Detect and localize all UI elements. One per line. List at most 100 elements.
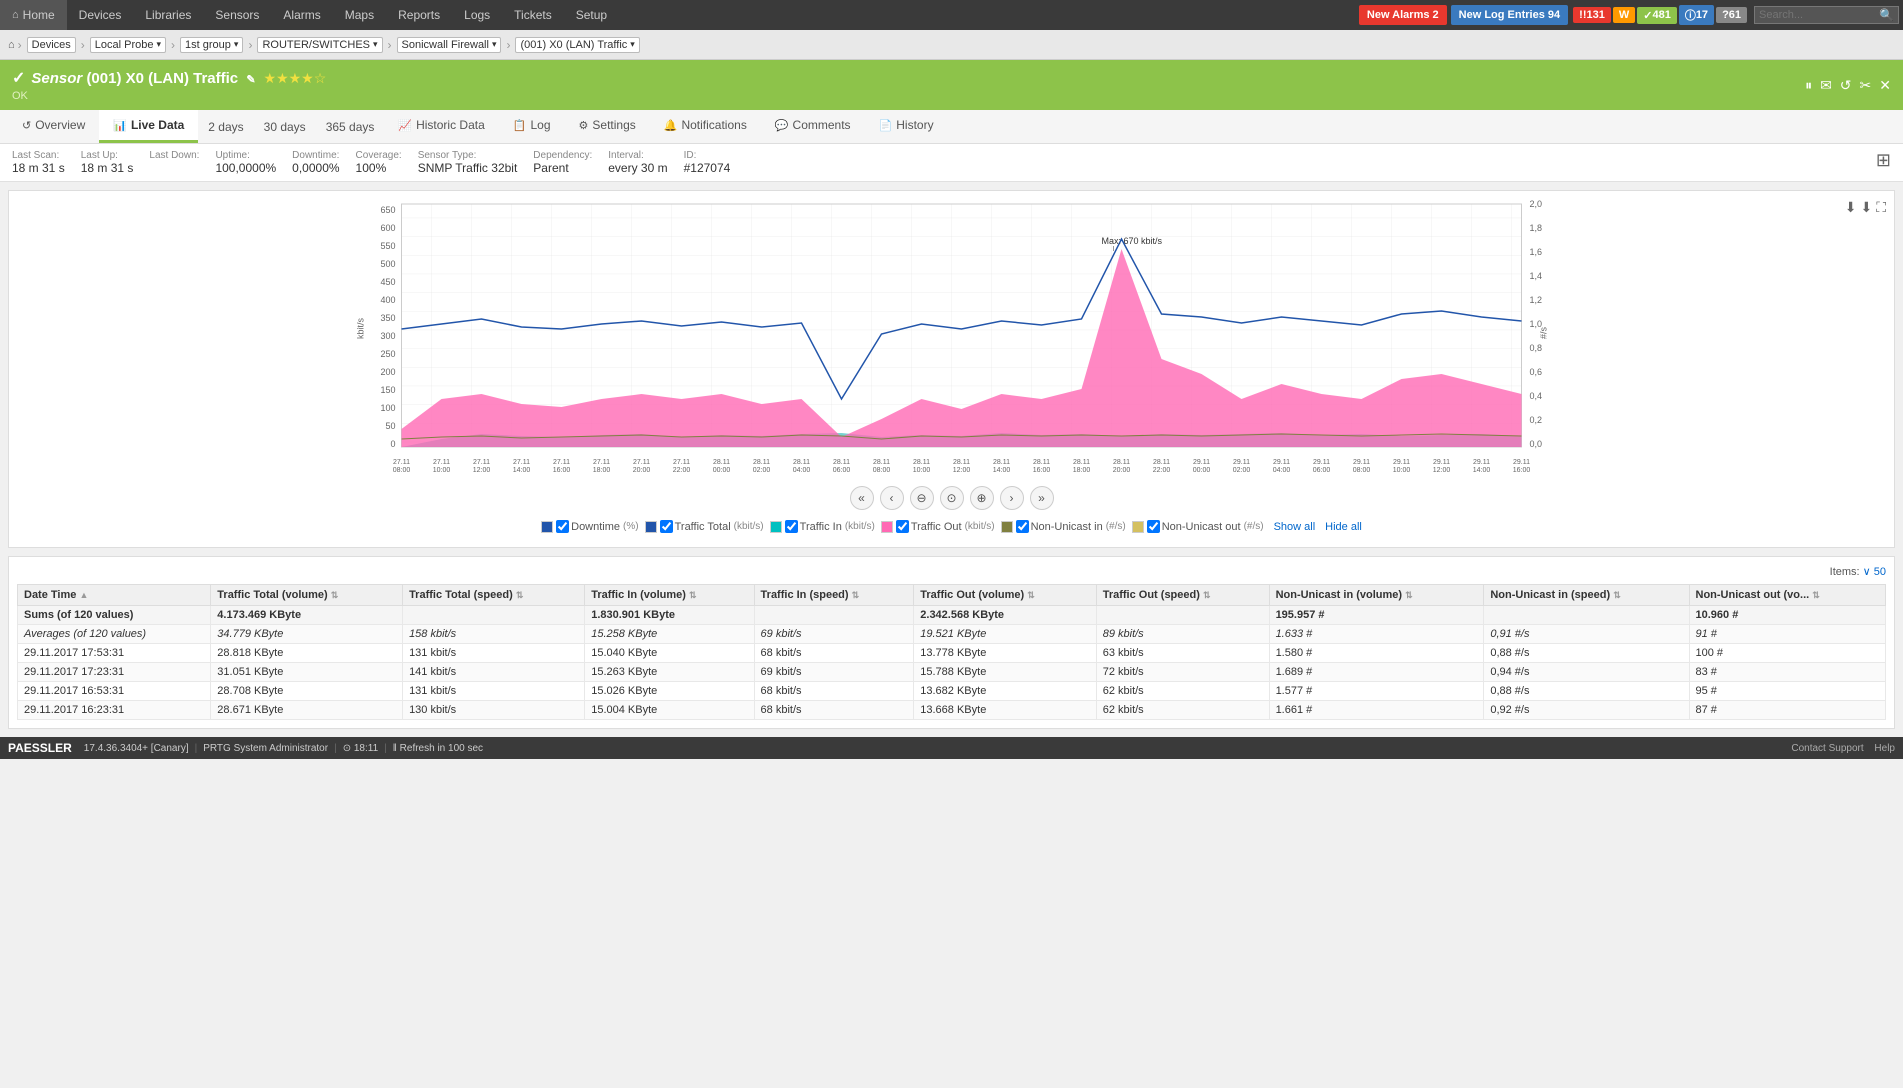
col-tt-spd[interactable]: Traffic Total (speed) ⇅	[403, 585, 585, 606]
legend-downtime[interactable]: Downtime (%)	[541, 520, 638, 533]
col-ti-spd[interactable]: Traffic In (speed) ⇅	[754, 585, 914, 606]
chart-nav-zoom-in[interactable]: ⊕	[970, 486, 994, 510]
sums-label: Sums (of 120 values)	[18, 606, 211, 625]
legend-non-unicast-in[interactable]: Non-Unicast in (#/s)	[1001, 520, 1126, 533]
sort-icon: ⇅	[1027, 590, 1035, 600]
status-sensor-type: Sensor Type: SNMP Traffic 32bit	[418, 150, 518, 175]
sensor-header: ✓ Sensor (001) X0 (LAN) Traffic ✎ ★★★★☆ …	[0, 60, 1903, 110]
badge-unknown[interactable]: ? 61	[1716, 7, 1747, 23]
col-nui-spd[interactable]: Non-Unicast in (speed) ⇅	[1484, 585, 1689, 606]
svg-text:29.11: 29.11	[1393, 459, 1410, 466]
sensor-edit-icon[interactable]: ✎	[246, 74, 255, 86]
non-unicast-in-checkbox[interactable]	[1016, 520, 1029, 533]
downtime-checkbox[interactable]	[556, 520, 569, 533]
tab-log[interactable]: 📋 Log	[499, 110, 565, 143]
footer-help-link[interactable]: Help	[1874, 743, 1895, 754]
col-nuo-vol[interactable]: Non-Unicast out (vo... ⇅	[1689, 585, 1885, 606]
col-to-spd[interactable]: Traffic Out (speed) ⇅	[1096, 585, 1269, 606]
legend-traffic-out[interactable]: Traffic Out (kbit/s)	[881, 520, 995, 533]
sensor-delete-icon[interactable]: ✕	[1879, 77, 1891, 94]
svg-text:27.11: 27.11	[513, 459, 530, 466]
svg-text:04:00: 04:00	[1273, 467, 1291, 474]
svg-text:04:00: 04:00	[793, 467, 811, 474]
badge-warning[interactable]: W	[1613, 7, 1635, 23]
breadcrumb-localprobe[interactable]: Local Probe ▾	[90, 37, 166, 53]
traffic-out-checkbox[interactable]	[896, 520, 909, 533]
chart-navigation: « ‹ ⊖ ⊙ ⊕ › »	[17, 486, 1886, 510]
col-ti-vol[interactable]: Traffic In (volume) ⇅	[585, 585, 754, 606]
breadcrumb-router[interactable]: ROUTER/SWITCHES ▾	[257, 37, 382, 53]
legend-traffic-in[interactable]: Traffic In (kbit/s)	[770, 520, 875, 533]
tab-settings[interactable]: ⚙ Settings	[565, 110, 650, 143]
nav-setup[interactable]: Setup	[564, 0, 619, 30]
sensor-clone-icon[interactable]: ✂	[1860, 77, 1872, 94]
nav-reports[interactable]: Reports	[386, 0, 452, 30]
new-log-entries-button[interactable]: New Log Entries 94	[1451, 5, 1569, 25]
nav-sensors[interactable]: Sensors	[203, 0, 271, 30]
tab-overview[interactable]: ↺ Overview	[8, 110, 99, 143]
nav-libraries[interactable]: Libraries	[133, 0, 203, 30]
tab-live-data[interactable]: 📊 Live Data	[99, 110, 198, 143]
show-all-link[interactable]: Show all	[1274, 521, 1316, 533]
chart-nav-first[interactable]: «	[850, 486, 874, 510]
badge-info[interactable]: ⓘ 17	[1679, 5, 1714, 25]
search-input[interactable]	[1759, 9, 1879, 21]
search-box[interactable]: 🔍	[1754, 6, 1899, 24]
footer-contact-link[interactable]: Contact Support	[1791, 743, 1863, 754]
breadcrumb-devices[interactable]: Devices	[27, 37, 76, 53]
tab-365days[interactable]: 365 days	[316, 112, 385, 142]
svg-text:400: 400	[380, 295, 395, 305]
traffic-out-color-swatch	[881, 521, 893, 533]
avg-nui-vol: 1.633 #	[1269, 625, 1484, 644]
items-dropdown[interactable]: ∨ 50	[1863, 565, 1886, 578]
svg-text:500: 500	[380, 259, 395, 269]
svg-text:1,8: 1,8	[1530, 223, 1543, 233]
traffic-total-checkbox[interactable]	[660, 520, 673, 533]
tab-2days[interactable]: 2 days	[198, 112, 253, 142]
breadcrumb-sensor[interactable]: (001) X0 (LAN) Traffic ▾	[515, 37, 639, 53]
breadcrumb-home[interactable]: ⌂	[8, 39, 15, 51]
nav-maps[interactable]: Maps	[333, 0, 386, 30]
nav-alarms[interactable]: Alarms	[271, 0, 332, 30]
tab-history[interactable]: 📄 History	[865, 110, 948, 143]
col-to-vol[interactable]: Traffic Out (volume) ⇅	[914, 585, 1096, 606]
badge-critical[interactable]: !! 131	[1573, 7, 1611, 23]
sums-tt-spd	[403, 606, 585, 625]
new-alarms-button[interactable]: New Alarms 2	[1359, 5, 1447, 25]
sensor-refresh-icon[interactable]: ↺	[1840, 77, 1852, 94]
nav-logs[interactable]: Logs	[452, 0, 502, 30]
sensor-pause-icon[interactable]: ⏸	[1805, 77, 1812, 94]
qr-icon[interactable]: ⊞	[1876, 150, 1891, 175]
chart-nav-next[interactable]: ›	[1000, 486, 1024, 510]
breadcrumb-sonicwall[interactable]: Sonicwall Firewall ▾	[397, 37, 502, 53]
svg-text:08:00: 08:00	[873, 467, 891, 474]
tab-30days[interactable]: 30 days	[254, 112, 316, 142]
traffic-in-checkbox[interactable]	[785, 520, 798, 533]
chart-nav-prev[interactable]: ‹	[880, 486, 904, 510]
row1-nui-vol: 1.580 #	[1269, 644, 1484, 663]
hide-all-link[interactable]: Hide all	[1325, 521, 1362, 533]
sensor-notify-icon[interactable]: ✉	[1820, 77, 1832, 94]
chart-nav-reset[interactable]: ⊙	[940, 486, 964, 510]
badge-ok[interactable]: ✓ 481	[1637, 7, 1677, 24]
nav-devices[interactable]: Devices	[67, 0, 134, 30]
nav-tickets[interactable]: Tickets	[502, 0, 564, 30]
chart-nav-zoom-out[interactable]: ⊖	[910, 486, 934, 510]
legend-traffic-total[interactable]: Traffic Total (kbit/s)	[645, 520, 764, 533]
nav-home[interactable]: ⌂ Home	[0, 0, 67, 30]
status-last-up: Last Up: 18 m 31 s	[81, 150, 134, 175]
non-unicast-out-checkbox[interactable]	[1147, 520, 1160, 533]
svg-text:20:00: 20:00	[1113, 467, 1131, 474]
caret-icon: ▾	[492, 39, 497, 50]
sensor-rating[interactable]: ★★★★☆	[264, 70, 327, 87]
legend-non-unicast-out[interactable]: Non-Unicast out (#/s)	[1132, 520, 1264, 533]
col-datetime[interactable]: Date Time ▲	[18, 585, 211, 606]
col-tt-vol[interactable]: Traffic Total (volume) ⇅	[211, 585, 403, 606]
tab-historic[interactable]: 📈 Historic Data	[384, 110, 498, 143]
tab-comments[interactable]: 💬 Comments	[761, 110, 865, 143]
sort-icon: ⇅	[331, 590, 339, 600]
col-nui-vol[interactable]: Non-Unicast in (volume) ⇅	[1269, 585, 1484, 606]
chart-nav-last[interactable]: »	[1030, 486, 1054, 510]
tab-notifications[interactable]: 🔔 Notifications	[650, 110, 761, 143]
breadcrumb-1stgroup[interactable]: 1st group ▾	[180, 37, 243, 53]
